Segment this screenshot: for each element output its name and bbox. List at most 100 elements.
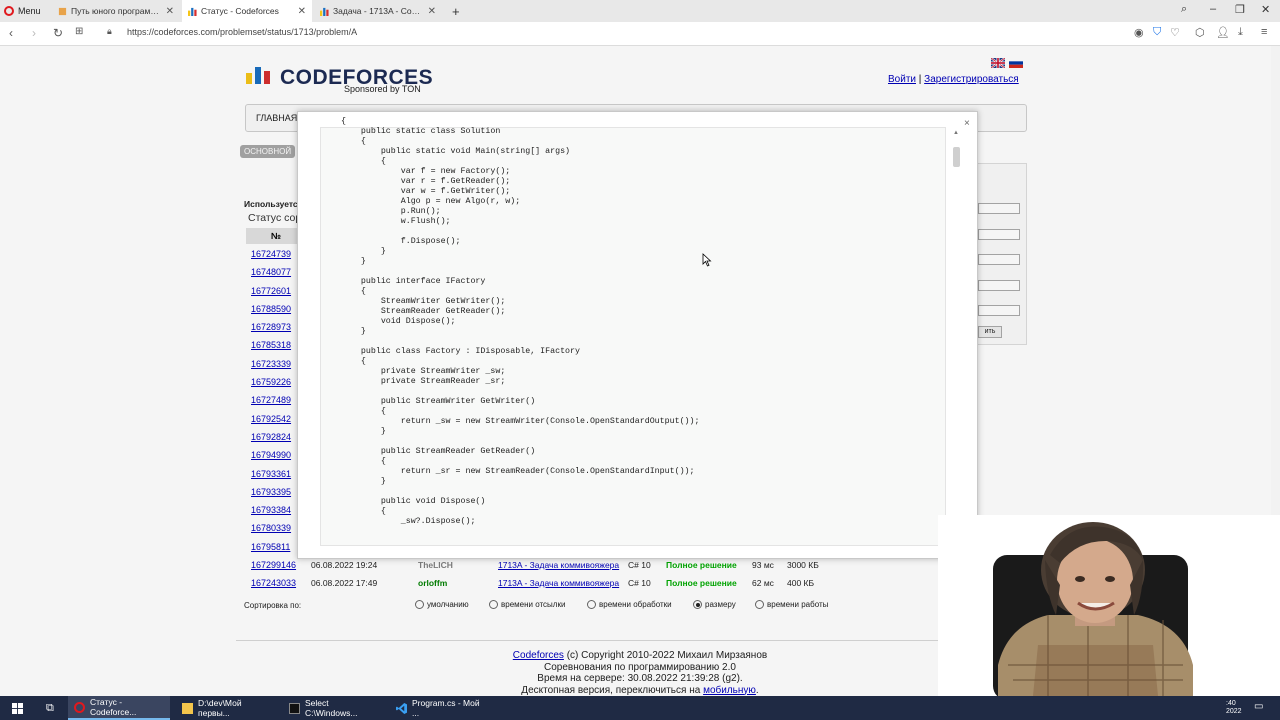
download-icon[interactable]: ⤓ — [1238, 26, 1243, 39]
verdict: Полное решение — [666, 560, 737, 570]
code-line: var r = f.GetReader(); — [341, 177, 511, 186]
submission-link[interactable]: 16788590 — [251, 304, 291, 314]
url-field[interactable]: https://codeforces.com/problemset/status… — [127, 27, 357, 37]
close-window-icon[interactable]: ✕ — [1261, 3, 1270, 16]
search-tabs-icon[interactable]: ⌕ — [1181, 3, 1187, 16]
scrollbar-thumb[interactable] — [953, 147, 960, 167]
submission-link[interactable]: 16728973 — [251, 322, 291, 332]
author-link[interactable]: TheLICH — [418, 560, 453, 570]
submission-link[interactable]: 167243033 — [251, 578, 296, 588]
register-link[interactable]: Зарегистрироваться — [924, 74, 1019, 85]
start-button[interactable] — [6, 696, 29, 720]
submission-link[interactable]: 16793395 — [251, 487, 291, 497]
sort-radio-submit-time[interactable]: времени отсылки — [489, 600, 565, 609]
submission-link[interactable]: 16792542 — [251, 414, 291, 424]
browser-menu-button[interactable]: Menu — [4, 2, 41, 20]
russian-flag-icon[interactable] — [1009, 58, 1023, 68]
heart-icon[interactable]: ♡ — [1170, 26, 1180, 39]
filter-select[interactable] — [978, 203, 1020, 214]
sort-radio-judge-time[interactable]: времени обработки — [587, 600, 672, 609]
windows-taskbar: ⧉ Статус - Codeforce... D:\dev\Мой первы… — [0, 696, 1280, 720]
sort-radio-default[interactable]: умолчанию — [415, 600, 469, 609]
submission-link[interactable]: 16792824 — [251, 432, 291, 442]
mobile-version-link[interactable]: мобильную — [703, 685, 756, 696]
code-line: w.Flush(); — [341, 217, 451, 226]
submission-link[interactable]: 16793384 — [251, 505, 291, 515]
radio-icon — [587, 600, 596, 609]
auth-links: Войти | Зарегистрироваться — [888, 74, 1019, 85]
back-icon[interactable]: ‹ — [9, 26, 13, 40]
submission-link[interactable]: 16795811 — [251, 542, 290, 552]
code-line: { — [341, 117, 346, 126]
submission-link[interactable]: 16759226 — [251, 377, 291, 387]
author-link[interactable]: orloffm — [418, 578, 447, 588]
opera-icon — [74, 701, 85, 713]
submission-link[interactable]: 16724739 — [251, 249, 291, 259]
close-tab-icon[interactable]: ✕ — [428, 6, 436, 17]
clock-time[interactable]: :40 — [1226, 700, 1236, 707]
submission-table-visible-rows: 167299146 06.08.2022 19:24 TheLICH 1713A… — [246, 556, 830, 592]
minimize-icon[interactable]: – — [1210, 3, 1216, 15]
sort-radio-size[interactable]: размеру — [693, 600, 736, 609]
submission-link[interactable]: 16772601 — [251, 286, 291, 296]
tab-main[interactable]: ОСНОВНОЙ — [240, 145, 296, 158]
submission-link[interactable]: 16748077 — [251, 267, 291, 277]
apply-filter-button[interactable]: ить — [978, 326, 1002, 338]
submission-link[interactable]: 167299146 — [251, 560, 296, 570]
filter-select[interactable] — [978, 254, 1020, 265]
close-tab-icon[interactable]: ✕ — [298, 6, 306, 17]
submission-link[interactable]: 16794990 — [251, 450, 291, 460]
problem-link[interactable]: 1713A - Задача коммивояжера — [498, 560, 619, 570]
menu-item-home[interactable]: ГЛАВНАЯ — [256, 113, 297, 123]
submission-link[interactable]: 16780339 — [251, 523, 291, 533]
task-view-button[interactable]: ⧉ — [40, 696, 60, 720]
code-line: { — [341, 357, 366, 366]
submission-link[interactable]: 16727489 — [251, 395, 291, 405]
browser-tab-1[interactable]: Путь юного программист ✕ — [52, 0, 180, 22]
table-row: 16792542 — [251, 414, 291, 432]
submission-link[interactable]: 16723339 — [251, 359, 291, 369]
login-link[interactable]: Войти — [888, 74, 916, 85]
filter-input[interactable] — [978, 280, 1020, 291]
code-line: { — [341, 287, 366, 296]
table-row: 16793361 — [251, 469, 291, 487]
forward-icon[interactable]: › — [32, 26, 36, 40]
menu-lines-icon[interactable]: ≡ — [1261, 26, 1267, 38]
account-icon[interactable]: 👤︎ — [1216, 26, 1230, 39]
sort-radio-run-time[interactable]: времени работы — [755, 600, 828, 609]
taskbar-item-explorer[interactable]: D:\dev\Мой первы... — [176, 696, 278, 720]
code-line: public static void Main(string[] args) — [341, 147, 571, 156]
clock-date[interactable]: 2022 — [1226, 708, 1242, 715]
close-icon[interactable]: × — [964, 118, 970, 129]
vpn-shield-icon[interactable]: ⛉ — [1153, 26, 1161, 39]
submission-link[interactable]: 16785318 — [251, 340, 291, 350]
browser-tab-2[interactable]: Статус - Codeforces ✕ — [182, 0, 312, 22]
time-used: 93 мс — [752, 560, 774, 570]
taskbar-item-console[interactable]: Select C:\Windows... — [283, 696, 385, 720]
taskbar-item-browser[interactable]: Статус - Codeforce... — [68, 696, 170, 720]
reload-icon[interactable]: ↻ — [53, 26, 63, 40]
browser-tab-3[interactable]: Задача - 1713A - Codefor ✕ — [314, 0, 442, 22]
speed-dial-icon[interactable]: ⊞ — [75, 26, 83, 37]
filter-input[interactable] — [978, 305, 1020, 316]
table-row: 16793384 — [251, 505, 291, 523]
footer-codeforces-link[interactable]: Codeforces — [513, 650, 564, 661]
filter-select[interactable] — [978, 229, 1020, 240]
memory-used: 3000 КБ — [787, 560, 819, 570]
submission-link[interactable]: 16793361 — [251, 469, 291, 479]
english-flag-icon[interactable] — [991, 58, 1005, 68]
taskbar-item-vscode[interactable]: Program.cs - Мой ... — [390, 696, 492, 720]
table-row: 16788590 — [251, 304, 291, 322]
source-code: { public static class Solution { public … — [341, 117, 699, 527]
problem-link[interactable]: 1713A - Задача коммивояжера — [498, 578, 619, 588]
camera-icon[interactable]: ◉ — [1134, 26, 1144, 39]
new-tab-button[interactable]: + — [446, 0, 464, 22]
scrollbar[interactable] — [951, 135, 961, 543]
notifications-icon[interactable]: ▭ — [1254, 701, 1263, 712]
table-row: 16793395 — [251, 487, 291, 505]
scroll-up-icon[interactable]: ▲ — [953, 130, 959, 136]
restore-icon[interactable]: ❐ — [1235, 3, 1245, 16]
close-tab-icon[interactable]: ✕ — [166, 6, 174, 17]
cube-icon[interactable]: ⬡ — [1195, 26, 1205, 39]
